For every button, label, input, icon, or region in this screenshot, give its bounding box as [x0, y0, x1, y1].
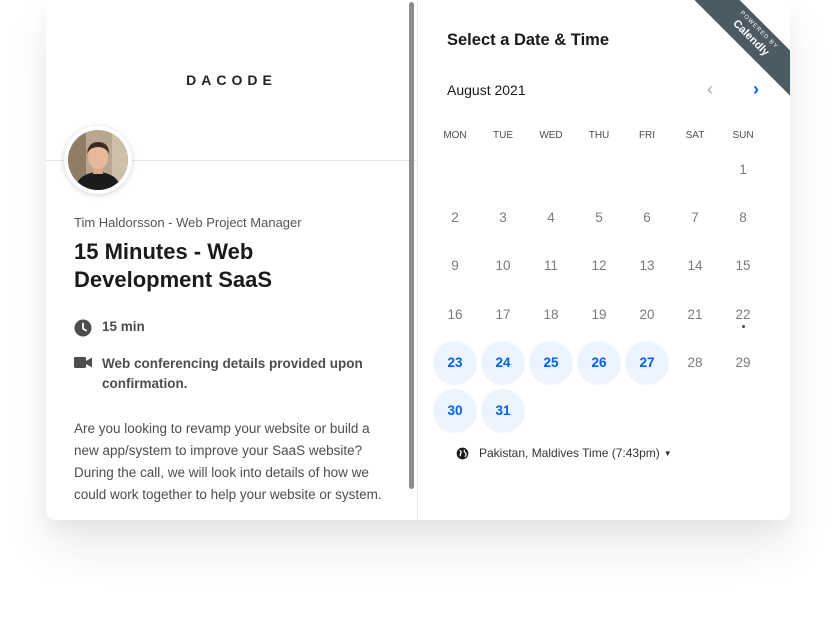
timezone-selector[interactable]: Pakistan, Maldives Time (7:43pm) ▼ — [456, 446, 672, 460]
available-day-25[interactable]: 25 — [529, 341, 573, 385]
timezone-label: Pakistan, Maldives Time (7:43pm) — [479, 446, 660, 460]
day-10: 10 — [495, 258, 511, 273]
day-11: 11 — [543, 258, 558, 273]
clock-icon — [74, 319, 92, 337]
day-5: 5 — [595, 210, 603, 225]
day-3: 3 — [499, 210, 507, 225]
host-name: Tim Haldorsson - Web Project Manager — [74, 215, 302, 230]
select-date-heading: Select a Date & Time — [447, 31, 610, 49]
weekday-wed: WED — [539, 130, 563, 141]
day-20: 20 — [639, 307, 655, 322]
today-indicator-dot — [741, 325, 745, 328]
day-7: 7 — [691, 210, 699, 225]
duration-label: 15 min — [102, 319, 145, 334]
day-14: 14 — [687, 258, 703, 273]
month-label: August 2021 — [447, 82, 526, 98]
weekday-thu: THU — [588, 130, 610, 141]
day-2: 2 — [451, 210, 459, 225]
day-18: 18 — [543, 307, 559, 322]
weekday-sun: SUN — [732, 130, 754, 141]
available-day-27[interactable]: 27 — [625, 341, 669, 385]
day-8: 8 — [739, 210, 747, 225]
day-13: 13 — [639, 258, 655, 273]
event-details-panel: DACODE Tim Haldorsson - Web Project Mana… — [46, 0, 418, 520]
calendar-panel: Select a Date & Time POWERED BY Calendly… — [418, 0, 790, 520]
day-29: 29 — [735, 355, 751, 370]
brand-logo: DACODE — [186, 72, 277, 88]
prev-month-button[interactable]: ‹ — [700, 80, 720, 98]
day-12: 12 — [591, 258, 607, 273]
video-camera-icon — [74, 357, 92, 368]
available-day-24[interactable]: 24 — [481, 341, 525, 385]
available-day-23[interactable]: 23 — [433, 341, 477, 385]
globe-icon — [456, 447, 469, 459]
day-6: 6 — [643, 210, 651, 225]
next-month-button[interactable]: › — [746, 80, 766, 98]
conferencing-row: Web conferencing details provided upon c… — [74, 354, 384, 394]
day-16: 16 — [447, 307, 463, 322]
weekday-fri: FRI — [638, 130, 656, 141]
scrollbar[interactable] — [409, 2, 414, 489]
caret-down-icon: ▼ — [663, 448, 672, 458]
weekday-tue: TUE — [493, 130, 513, 141]
day-1: 1 — [739, 162, 747, 177]
day-9: 9 — [451, 258, 459, 273]
day-19: 19 — [591, 307, 607, 322]
day-21: 21 — [687, 307, 703, 322]
event-title: 15 Minutes - Web Development SaaS — [74, 239, 273, 292]
host-avatar — [64, 126, 132, 194]
day-28: 28 — [687, 355, 703, 370]
day-15: 15 — [735, 258, 751, 273]
weekday-sat: SAT — [685, 130, 705, 141]
weekday-mon: MON — [443, 130, 467, 141]
available-day-31[interactable]: 31 — [481, 389, 525, 433]
conferencing-label: Web conferencing details provided upon c… — [102, 356, 363, 391]
day-17: 17 — [495, 307, 511, 322]
available-day-26[interactable]: 26 — [577, 341, 621, 385]
scheduling-card: DACODE Tim Haldorsson - Web Project Mana… — [46, 0, 790, 520]
event-description: Are you looking to revamp your website o… — [74, 421, 382, 502]
day-4: 4 — [547, 210, 555, 225]
day-22: 22 — [735, 307, 751, 322]
duration-row: 15 min — [74, 319, 145, 337]
available-day-30[interactable]: 30 — [433, 389, 477, 433]
